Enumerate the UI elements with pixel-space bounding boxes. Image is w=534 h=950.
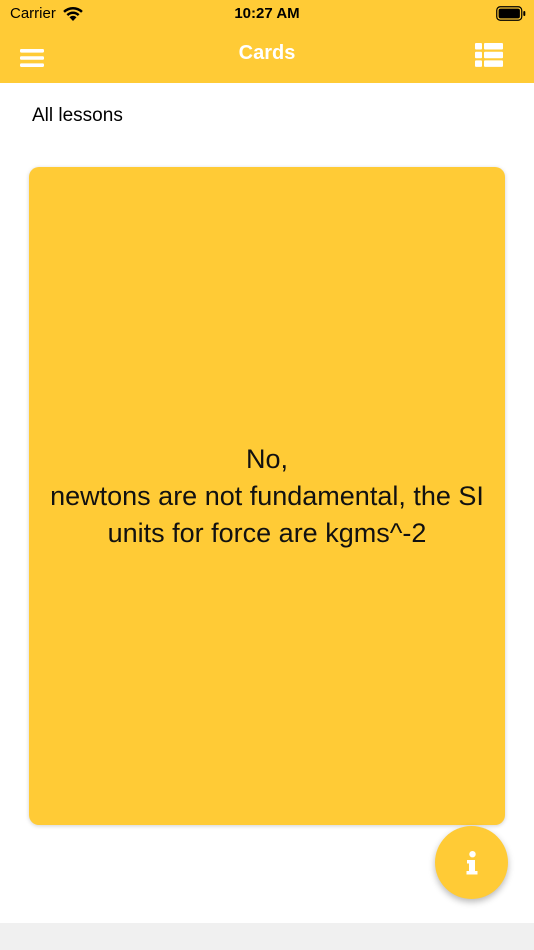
battery-icon [496,6,526,21]
navigation-bar: Cards [0,30,534,83]
page-title: Cards [238,42,296,64]
flashcard-text: No, newtons are not fundamental, the SI … [50,443,484,548]
flashcard[interactable]: No, newtons are not fundamental, the SI … [29,167,505,825]
lesson-filter-label[interactable]: All lessons [32,105,123,127]
list-view-icon [475,43,503,67]
info-button[interactable] [435,826,508,899]
cards-screen: Carrier 10:27 AM Cards All lessons No, n… [0,0,534,950]
bottom-safe-area [0,923,534,950]
info-icon [466,850,477,874]
status-bar: Carrier 10:27 AM [0,0,534,30]
list-view-button[interactable] [474,41,504,69]
status-time: 10:27 AM [234,5,300,22]
